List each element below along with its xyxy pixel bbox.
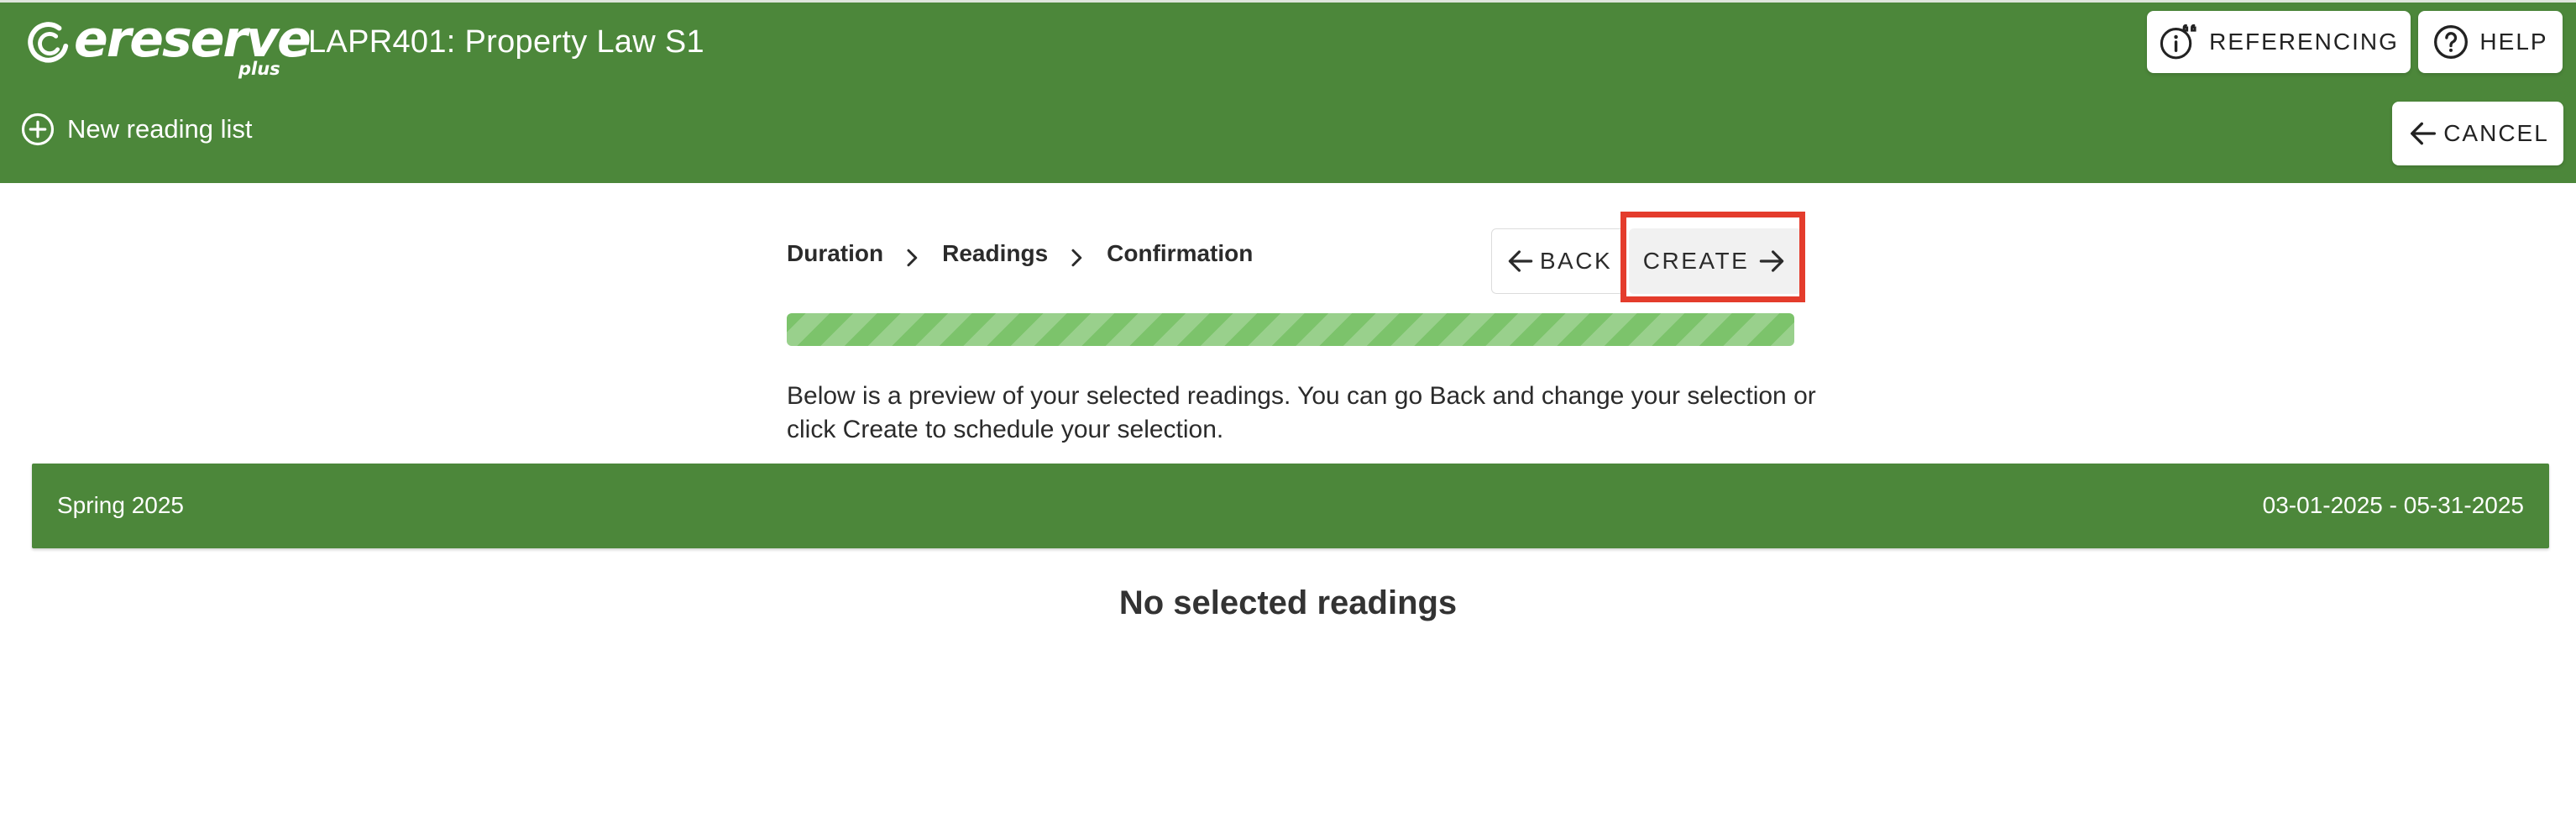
- question-circle-icon: [2434, 25, 2469, 59]
- back-label: BACK: [1539, 248, 1613, 274]
- progress-bar: [787, 313, 1794, 346]
- cancel-button[interactable]: CANCEL: [2392, 102, 2563, 165]
- term-dates: 03-01-2025 - 05-31-2025: [2262, 492, 2524, 518]
- arrow-right-icon: [1760, 250, 1784, 272]
- empty-readings-message: No selected readings: [1118, 584, 1458, 621]
- preview-description: Below is a preview of your selected read…: [787, 382, 1816, 443]
- help-button[interactable]: HELP: [2418, 11, 2563, 73]
- back-button[interactable]: BACK: [1491, 228, 1626, 294]
- new-reading-list-link[interactable]: New reading list: [20, 110, 253, 149]
- term-name: Spring 2025: [57, 492, 185, 518]
- term-header: Spring 2025 03-01-2025 - 05-31-2025: [32, 464, 2549, 548]
- logo-plus: plus: [238, 59, 280, 79]
- info-quote-icon: [2160, 24, 2196, 60]
- ereserve-logo[interactable]: ereserve plus: [24, 11, 312, 79]
- cancel-label: CANCEL: [2443, 120, 2549, 146]
- referencing-label: REFERENCING: [2209, 29, 2399, 55]
- progress-bar-fill: [787, 313, 1794, 346]
- course-title: LAPR401: Property Law S1: [308, 24, 704, 60]
- step-confirmation: Confirmation: [1107, 240, 1254, 266]
- new-reading-list-label: New reading list: [67, 114, 253, 144]
- create-button[interactable]: CREATE: [1629, 228, 1802, 294]
- create-label: CREATE: [1642, 248, 1750, 274]
- ereserve-swirl-icon: [28, 22, 69, 63]
- help-label: HELP: [2479, 29, 2548, 55]
- app-header: ereserve plus LAPR401: Property Law S1 N…: [0, 0, 2576, 183]
- step-duration: Duration: [787, 240, 884, 266]
- wizard-steps: Duration Readings Confirmation: [787, 235, 1253, 272]
- step-readings: Readings: [942, 240, 1049, 266]
- chevron-right-icon: [1071, 249, 1082, 267]
- chevron-right-icon: [907, 249, 918, 267]
- arrow-left-icon: [1508, 250, 1533, 272]
- referencing-button[interactable]: REFERENCING: [2147, 11, 2411, 73]
- arrow-left-icon: [2411, 122, 2437, 145]
- plus-circle-icon: [21, 113, 55, 146]
